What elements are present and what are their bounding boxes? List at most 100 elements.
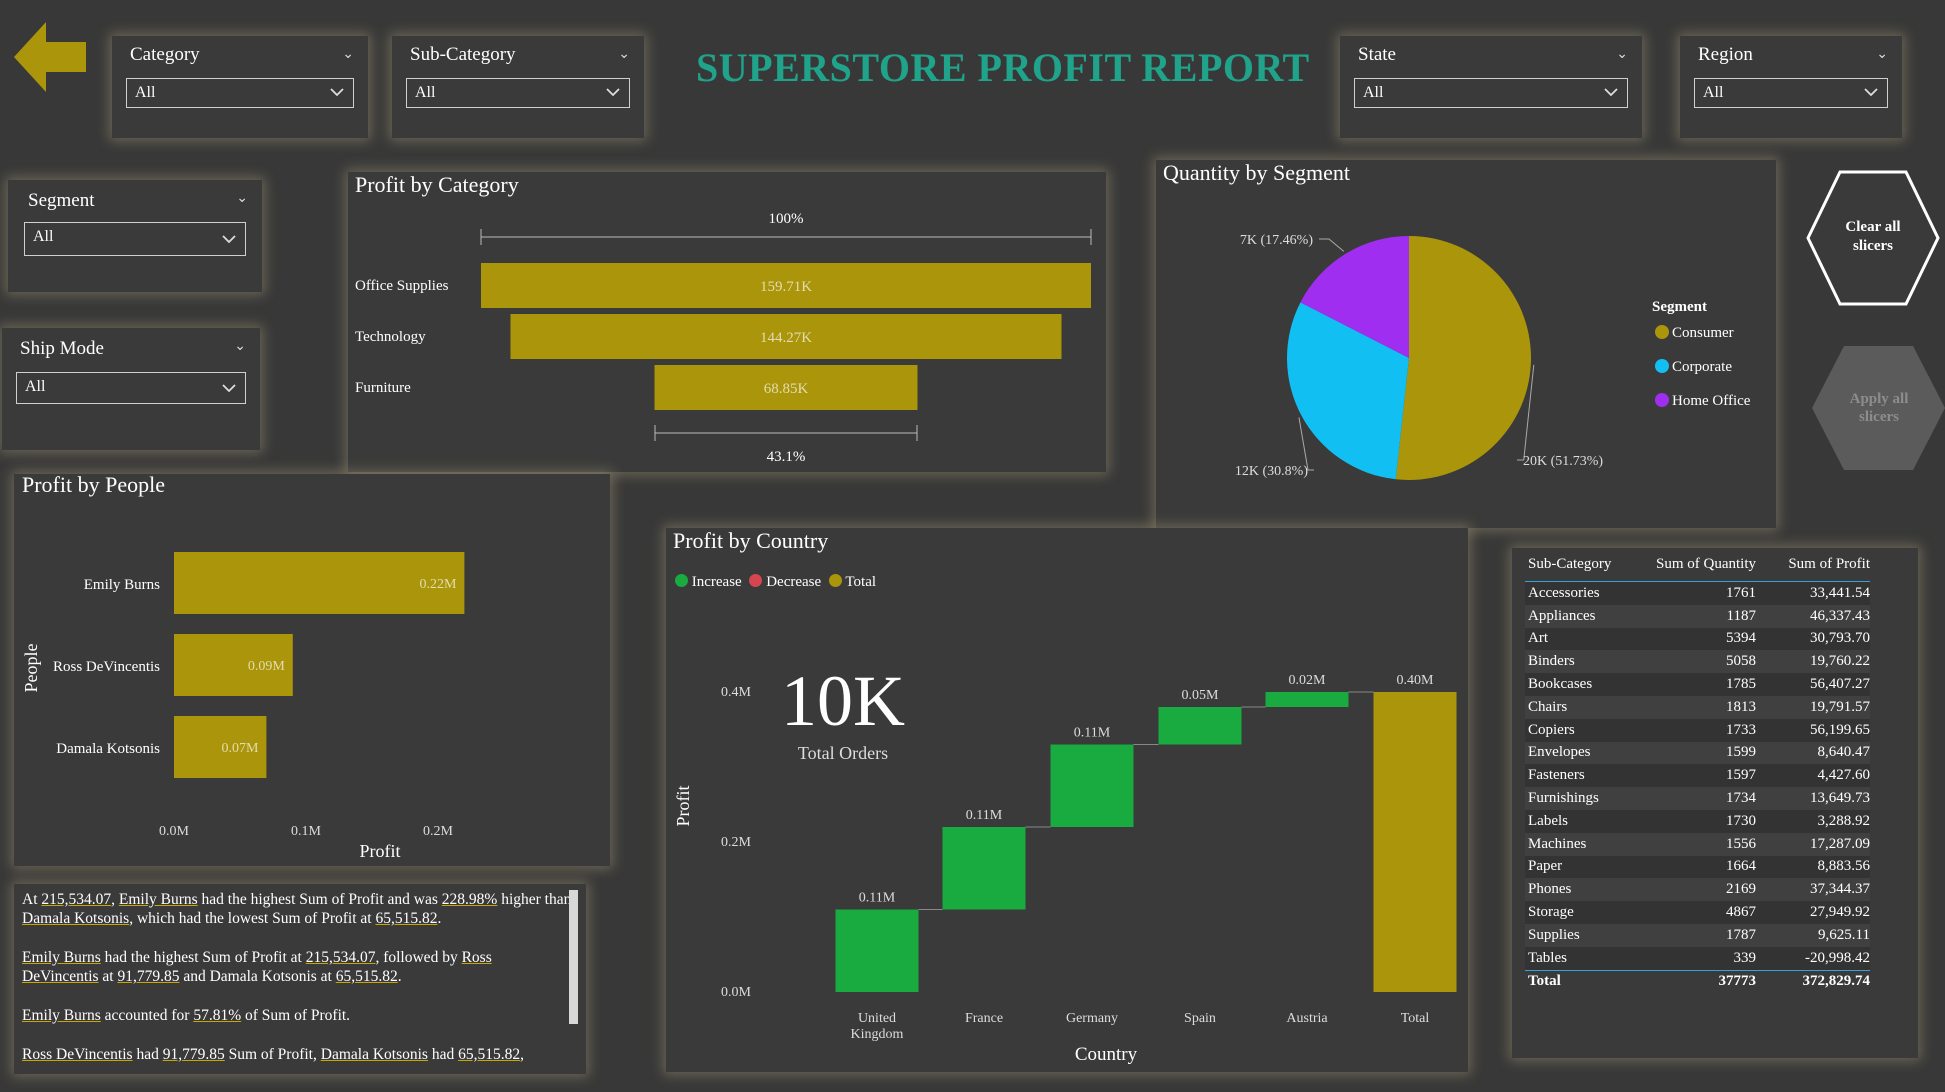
- legend-decrease[interactable]: Decrease: [749, 574, 821, 590]
- region-dropdown[interactable]: All: [1694, 78, 1888, 108]
- segment-slicer[interactable]: Segment ⌄ All: [8, 180, 262, 292]
- total-quantity-cell: 37773: [1636, 969, 1760, 994]
- narrative-scrollbar[interactable]: [569, 890, 578, 1024]
- subcategory-dropdown[interactable]: All: [406, 78, 630, 108]
- chevron-down-icon: [222, 384, 236, 393]
- state-slicer[interactable]: State ⌄ All: [1340, 36, 1642, 138]
- narrative-name: Damala Kotsonis: [320, 1046, 428, 1063]
- waterfall-value-label: 0.02M: [1289, 673, 1327, 688]
- narrative-paragraph-2: Emily Burns had the highest Sum of Profi…: [22, 948, 572, 986]
- legend-dot-icon: [828, 574, 842, 587]
- segment-dropdown[interactable]: All: [24, 222, 246, 256]
- waterfall-bar[interactable]: [1050, 744, 1134, 828]
- table-row[interactable]: Supplies 1787 9,625.11: [1525, 923, 1870, 947]
- segment-legend-title: Segment: [1652, 299, 1707, 315]
- profit-cell: 27,949.92: [1760, 901, 1870, 924]
- subcategory-slicer[interactable]: Sub-Category ⌄ All: [392, 36, 644, 138]
- table-row[interactable]: Copiers 1733 56,199.65: [1525, 718, 1870, 742]
- narrative-value: 65,515.82: [335, 968, 398, 985]
- chevron-down-icon[interactable]: ⌄: [342, 46, 354, 63]
- apply-slicers-button[interactable]: Apply all slicers: [1812, 344, 1945, 472]
- waterfall-value-label: 0.40M: [1397, 673, 1435, 688]
- state-slicer-label: State: [1358, 44, 1396, 65]
- chevron-down-icon[interactable]: ⌄: [234, 338, 246, 355]
- region-slicer[interactable]: Region ⌄ All: [1680, 36, 1902, 138]
- table-row[interactable]: Binders 5058 19,760.22: [1525, 650, 1870, 674]
- quantity-cell: 2169: [1636, 878, 1760, 902]
- narrative-value: 65,515.82: [458, 1046, 521, 1063]
- legend-increase[interactable]: Increase: [675, 574, 742, 590]
- profit-cell: 56,407.27: [1760, 673, 1870, 696]
- table-row[interactable]: Tables 339 -20,998.42: [1525, 946, 1870, 971]
- shipmode-dropdown[interactable]: All: [16, 372, 246, 404]
- state-dropdown[interactable]: All: [1354, 78, 1628, 108]
- narrative-value: 91,779.85: [117, 968, 180, 985]
- table-row[interactable]: Labels 1730 3,288.92: [1525, 809, 1870, 833]
- table-row[interactable]: Bookcases 1785 56,407.27: [1525, 673, 1870, 696]
- region-slicer-label: Region: [1698, 44, 1753, 65]
- narrative-value: 57.81%: [193, 1007, 242, 1024]
- table-total-row: Total 37773 372,829.74: [1525, 969, 1870, 994]
- subcategory-table: Sub-Category Sum of Quantity Sum of Prof…: [1525, 552, 1870, 994]
- back-button[interactable]: [14, 22, 88, 92]
- chevron-down-icon[interactable]: ⌄: [1876, 46, 1888, 63]
- table-row[interactable]: Phones 2169 37,344.37: [1525, 878, 1870, 902]
- profit-cell: 8,883.56: [1760, 855, 1870, 879]
- table-row[interactable]: Fasteners 1597 4,427.60: [1525, 764, 1870, 788]
- column-header[interactable]: Sum of Quantity: [1636, 552, 1760, 582]
- table-row[interactable]: Envelopes 1599 8,640.47: [1525, 741, 1870, 765]
- subcategory-cell: Chairs: [1525, 695, 1636, 719]
- narrative-value: 228.98%: [441, 891, 498, 908]
- funnel-value-label: 144.27K: [760, 330, 812, 346]
- narrative-text: .: [397, 968, 402, 985]
- legend-total[interactable]: Total: [828, 574, 877, 590]
- people-name-label: Damala Kotsonis: [56, 741, 160, 757]
- legend-total-label: Total: [845, 574, 877, 590]
- narrative-name: Damala Kotsonis: [22, 910, 130, 927]
- table-row[interactable]: Appliances 1187 46,337.43: [1525, 604, 1870, 628]
- column-header[interactable]: Sum of Profit: [1760, 552, 1870, 582]
- waterfall-bar[interactable]: [1373, 692, 1457, 992]
- people-value-label: 0.07M: [221, 741, 259, 756]
- quantity-by-segment-title: Quantity by Segment: [1163, 160, 1350, 185]
- category-slicer[interactable]: Category ⌄ All: [112, 36, 368, 138]
- chevron-down-icon[interactable]: ⌄: [236, 190, 248, 207]
- pie-slice[interactable]: [1395, 236, 1532, 481]
- subcategory-cell: Binders: [1525, 650, 1636, 674]
- clear-slicers-button[interactable]: Clear all slicers: [1806, 168, 1940, 308]
- waterfall-bar[interactable]: [942, 827, 1026, 910]
- table-row[interactable]: Chairs 1813 19,791.57: [1525, 695, 1870, 719]
- shipmode-slicer[interactable]: Ship Mode ⌄ All: [2, 328, 260, 450]
- shipmode-slicer-label: Ship Mode: [20, 338, 104, 359]
- narrative-text: had the highest Sum of Profit at: [100, 949, 306, 966]
- table-header-row: Sub-Category Sum of Quantity Sum of Prof…: [1525, 552, 1870, 582]
- subcategory-cell: Envelopes: [1525, 741, 1636, 765]
- table-row[interactable]: Storage 4867 27,949.92: [1525, 901, 1870, 924]
- narrative-text: ,: [111, 891, 119, 908]
- total-orders-label: Total Orders: [797, 743, 889, 763]
- waterfall-bar[interactable]: [835, 909, 919, 993]
- waterfall-bar[interactable]: [1158, 707, 1242, 745]
- table-row[interactable]: Accessories 1761 33,441.54: [1525, 581, 1870, 605]
- waterfall-value-label: 0.11M: [1074, 726, 1111, 741]
- narrative-text: , followed by: [375, 949, 462, 966]
- table-row[interactable]: Furnishings 1734 13,649.73: [1525, 787, 1870, 810]
- table-row[interactable]: Paper 1664 8,883.56: [1525, 855, 1870, 879]
- narrative-name: Emily Burns: [22, 1007, 101, 1024]
- x-axis-title: Profit: [359, 841, 400, 861]
- waterfall-bar[interactable]: [1265, 692, 1349, 707]
- chevron-down-icon: [606, 88, 620, 97]
- category-label: Office Supplies: [355, 278, 449, 294]
- table-row[interactable]: Art 5394 30,793.70: [1525, 627, 1870, 651]
- profit-cell: 4,427.60: [1760, 764, 1870, 788]
- chevron-down-icon[interactable]: ⌄: [618, 46, 630, 63]
- table-row[interactable]: Machines 1556 17,287.09: [1525, 832, 1870, 856]
- chevron-down-icon[interactable]: ⌄: [1616, 46, 1628, 63]
- profit-by-people-chart: Emily Burns 0.22M Ross DeVincentis 0.09M Dam…: [21, 552, 465, 861]
- category-dropdown[interactable]: All: [126, 78, 354, 108]
- country-label: Total: [1401, 1011, 1430, 1026]
- subcategory-cell: Tables: [1525, 946, 1636, 971]
- profit-cell: 19,791.57: [1760, 695, 1870, 719]
- narrative-text: accounted for: [100, 1007, 194, 1024]
- column-header[interactable]: Sub-Category: [1525, 552, 1636, 582]
